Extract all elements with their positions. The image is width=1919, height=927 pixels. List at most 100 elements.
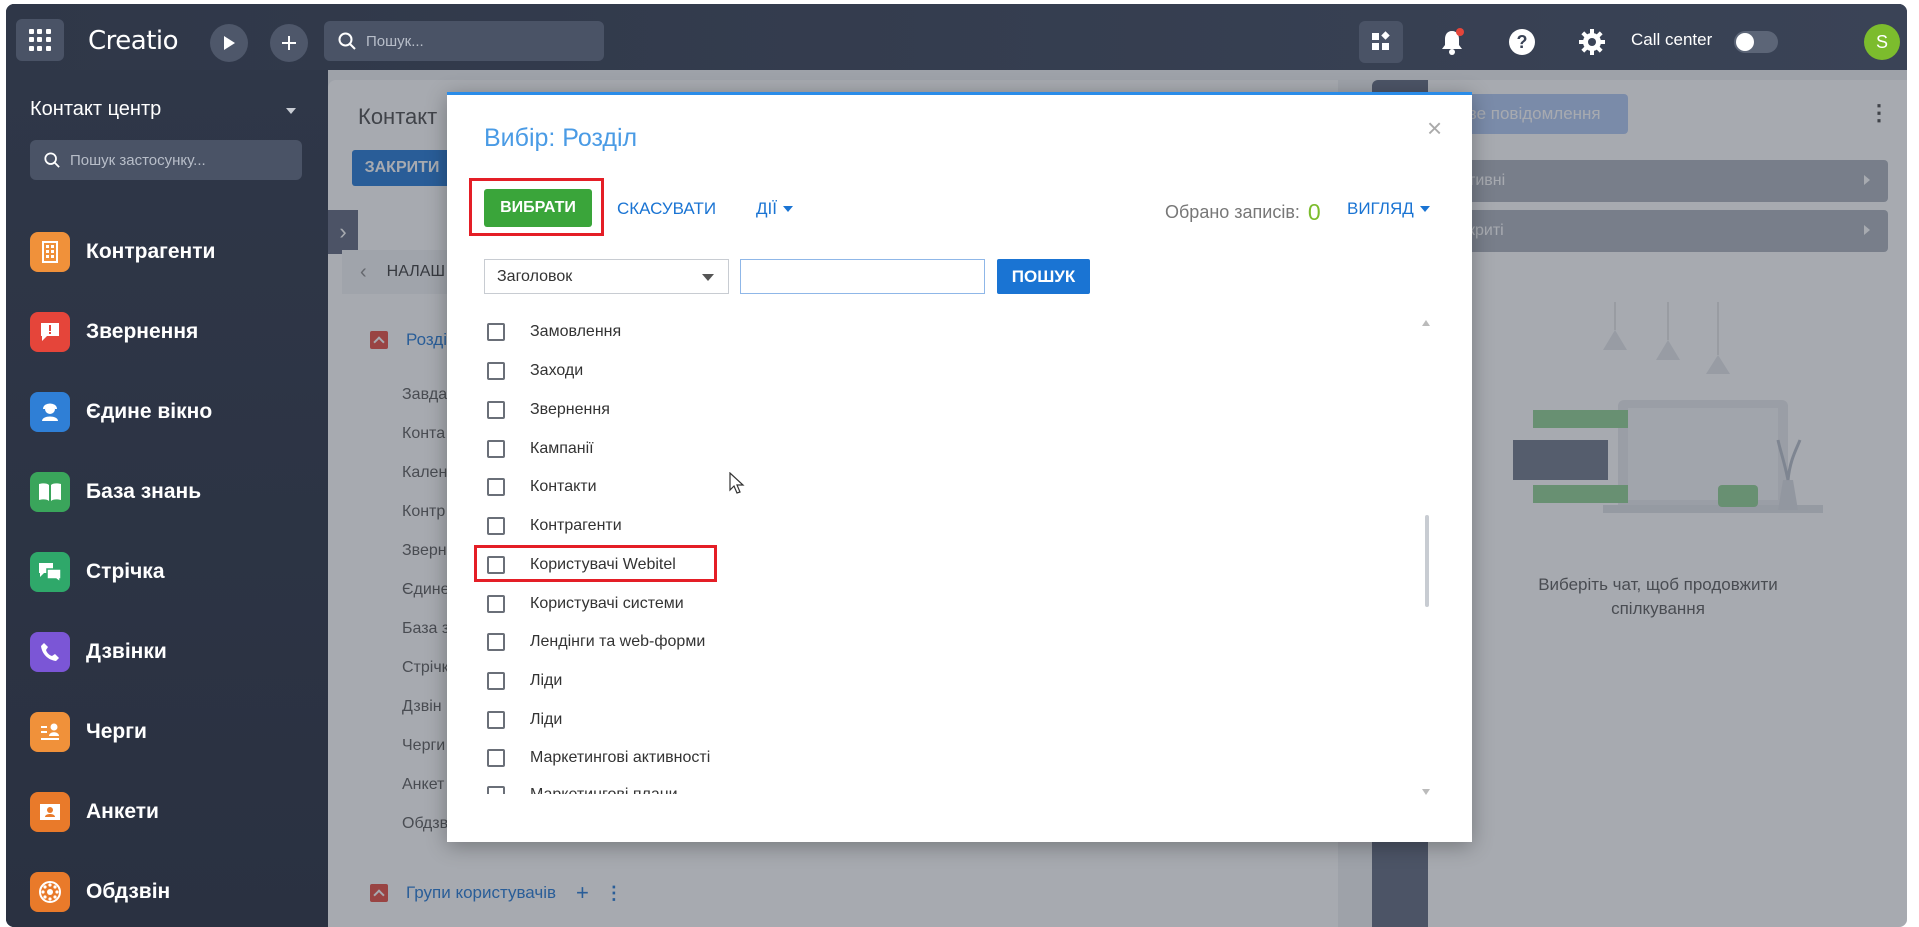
actions-label: ДІЇ [756,199,777,218]
row-label: Кампанії [530,440,594,457]
scrollbar-thumb[interactable] [1425,515,1429,607]
search-icon [44,152,60,168]
row-checkbox[interactable] [487,323,505,341]
chevron-down-icon [702,274,714,281]
list-item[interactable]: Звернення [484,395,610,425]
row-checkbox[interactable] [487,401,505,419]
list-item[interactable]: Користувачі системи [484,589,684,619]
list-item[interactable]: Маркетингові плани [484,780,678,794]
workplace-button[interactable] [1359,21,1403,63]
gear-icon [1579,29,1605,55]
list-item[interactable]: Замовлення [484,317,621,347]
chevron-down-icon[interactable] [286,108,296,114]
dial-icon [30,872,70,912]
view-dropdown[interactable]: ВИГЛЯД [1347,199,1430,219]
view-label: ВИГЛЯД [1347,199,1414,218]
app-search[interactable] [30,140,302,180]
top-bar: Creatio ? Call center S [6,4,1907,70]
bell-icon [1442,28,1464,55]
sidebar-item-calls[interactable]: Дзвінки [30,630,320,674]
sidebar-item-questionnaires[interactable]: Анкети [30,790,320,834]
form-icon [30,792,70,832]
sidebar-item-label: Дзвінки [86,640,167,663]
list-item[interactable]: Контрагенти [484,511,622,541]
list-item[interactable]: Кампанії [484,434,594,464]
sidebar-item-label: Анкети [86,800,159,823]
filter-column-select[interactable]: Заголовок [484,259,729,294]
list-item[interactable]: Ліди [484,705,562,735]
sidebar-item-feed[interactable]: Стрічка [30,550,320,594]
user-avatar[interactable]: S [1864,24,1900,60]
global-search-input[interactable] [366,32,586,50]
actions-dropdown[interactable]: ДІЇ [756,199,793,219]
row-label: Контрагенти [530,517,622,534]
row-label: Звернення [530,401,610,418]
queue-icon [30,712,70,752]
row-checkbox[interactable] [487,711,505,729]
run-process-button[interactable] [210,24,248,62]
cancel-button[interactable]: СКАСУВАТИ [617,199,716,219]
sidebar-item-queues[interactable]: Черги [30,710,320,754]
row-label: Користувачі системи [530,595,684,612]
chevron-down-icon [1419,206,1430,212]
selected-count-value: 0 [1307,199,1321,225]
row-label: Заходи [530,362,584,379]
book-icon [30,472,70,512]
list-item[interactable]: Лендінги та web-форми [484,627,705,657]
help-button[interactable]: ? [1500,21,1544,63]
list-item[interactable]: Заходи [484,356,583,386]
sidebar-item-label: Контрагенти [86,240,216,263]
selected-count-label: Обрано записів: [1165,202,1300,222]
dashboard-icon [1372,31,1390,50]
workplace-title[interactable]: Контакт центр [30,98,161,121]
sidebar-item-label: База знань [86,480,202,503]
grid-icon [29,29,51,51]
row-checkbox[interactable] [487,440,505,458]
call-center-toggle[interactable] [1734,31,1778,53]
close-icon[interactable]: × [1427,113,1442,144]
row-checkbox[interactable] [487,633,505,651]
row-checkbox[interactable] [487,478,505,496]
plus-icon [282,36,296,50]
row-label: Лендінги та web-форми [530,633,706,650]
svg-text:?: ? [1517,32,1528,52]
add-button[interactable] [270,24,308,62]
row-checkbox[interactable] [487,595,505,613]
row-checkbox[interactable] [487,517,505,535]
app-menu-button[interactable] [16,19,64,61]
sidebar-item-cases[interactable]: Звернення [30,310,320,354]
sidebar-item-accounts[interactable]: Контрагенти [30,230,320,274]
building-icon [30,232,70,272]
scroll-up-arrow[interactable] [1422,320,1430,326]
row-checkbox[interactable] [487,362,505,380]
sidebar-item-label: Черги [86,720,147,743]
filter-column-value: Заголовок [497,267,573,285]
list-item[interactable]: Контакти [484,472,597,502]
sidebar-item-single-window[interactable]: Єдине вікно [30,390,320,434]
row-checkbox[interactable] [487,786,505,794]
search-button[interactable]: ПОШУК [997,259,1090,294]
row-label: Маркетингові плани [530,786,678,794]
row-checkbox[interactable] [487,749,505,767]
feed-icon [30,552,70,592]
sidebar-item-label: Звернення [86,320,199,343]
selected-count: Обрано записів: 0 [1165,199,1321,226]
scroll-down-arrow[interactable] [1422,789,1430,795]
row-label: Замовлення [530,323,622,340]
help-icon: ? [1509,29,1535,55]
sidebar-item-knowledge-base[interactable]: База знань [30,470,320,514]
global-search[interactable] [324,21,604,61]
sidebar-item-label: Стрічка [86,560,165,583]
mouse-cursor-icon [729,472,745,494]
row-label: Ліди [530,711,563,728]
highlight-box [469,178,604,236]
row-checkbox[interactable] [487,672,505,690]
notifications-button[interactable] [1430,21,1474,63]
list-item[interactable]: Маркетингові активності [484,743,710,773]
filter-value-input[interactable] [740,259,985,294]
list-item[interactable]: Ліди [484,666,562,696]
sidebar-item-dialing[interactable]: Обдзвін [30,870,320,914]
lookup-dialog: Вибір: Розділ × ВИБРАТИ СКАСУВАТИ ДІЇ Об… [447,92,1472,842]
app-search-input[interactable] [70,151,290,169]
settings-button[interactable] [1570,21,1614,63]
